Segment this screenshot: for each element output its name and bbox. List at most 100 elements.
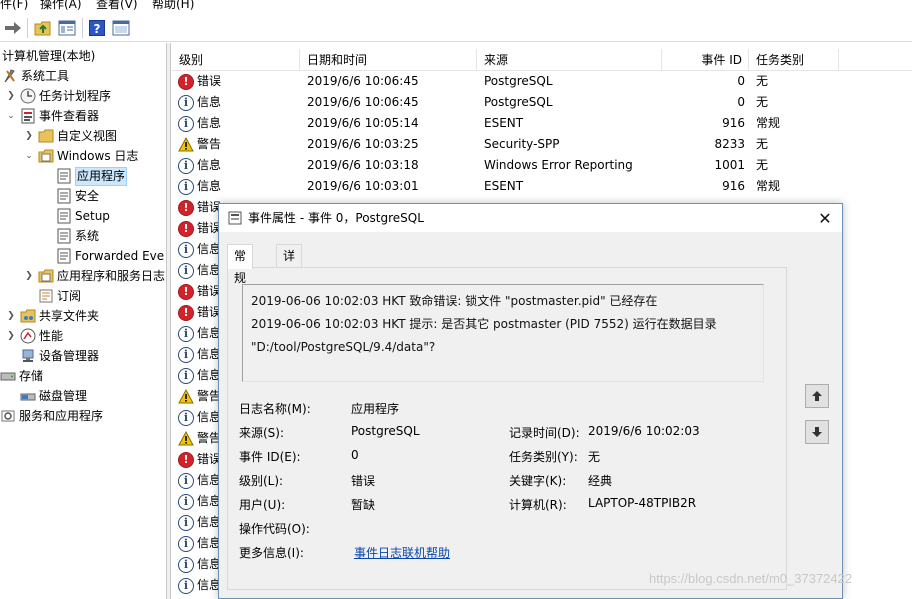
tree-item-system-tools[interactable]: 系统工具	[2, 66, 69, 86]
chevron-right-icon[interactable]: ❯	[22, 266, 36, 286]
close-icon[interactable]: ✕	[808, 204, 842, 232]
log-icon	[56, 208, 72, 224]
tree-item-subscriptions[interactable]: 订阅	[38, 286, 81, 306]
row-event-id: 8233	[714, 137, 745, 151]
info-icon: i	[178, 472, 194, 489]
row-datetime: 2019/6/6 10:06:45	[307, 74, 419, 88]
help-icon[interactable]: ?	[87, 18, 107, 38]
row-level: 信息	[197, 158, 222, 172]
table-row[interactable]: i 信息 2019/6/6 10:03:18 Windows Error Report…	[172, 155, 912, 176]
chevron-right-icon[interactable]: ❯	[4, 86, 18, 106]
performance-icon	[20, 328, 36, 344]
chevron-right-icon[interactable]: ❯	[4, 326, 18, 346]
row-event-id: 916	[722, 116, 745, 130]
row-category: 常规	[756, 179, 781, 193]
more-info-label: 更多信息(I):	[239, 546, 304, 560]
tree-item-application-log[interactable]: 应用程序	[56, 166, 128, 186]
column-header-level[interactable]: 级别	[172, 49, 300, 71]
row-category: 无	[756, 137, 769, 151]
shared-folder-icon	[20, 308, 36, 324]
opcode-label: 操作代码(O):	[239, 522, 310, 536]
tree-item-setup-log[interactable]: Setup	[56, 206, 110, 226]
row-event-id: 0	[737, 74, 745, 88]
info-icon: i	[178, 514, 194, 531]
dialog-title-bar[interactable]: 事件属性 - 事件 0，PostgreSQL ✕	[219, 204, 842, 232]
row-level: 信息	[197, 179, 222, 193]
watermark: https://blog.csdn.net/m0_37372422	[649, 571, 853, 586]
forward-arrow-icon[interactable]	[3, 18, 23, 38]
row-event-id: 916	[722, 179, 745, 193]
up-folder-icon[interactable]	[33, 18, 53, 38]
previous-event-button[interactable]	[805, 384, 829, 408]
column-header-source[interactable]: 来源	[477, 49, 662, 71]
info-icon: i	[178, 367, 194, 384]
row-source: PostgreSQL	[484, 74, 553, 88]
tree-item-shared-folders[interactable]: ❯ 共享文件夹	[4, 306, 99, 326]
menu-bar: 件(F) 操作(A) 查看(V) 帮助(H)	[0, 0, 912, 14]
tree-item-disk-management[interactable]: 磁盘管理	[20, 386, 87, 406]
log-icon	[56, 228, 72, 244]
event-description[interactable]: 2019-06-06 10:02:03 HKT 致命错误: 锁文件 "postm…	[242, 284, 764, 382]
tree-item-services-applications[interactable]: 服务和应用程序	[0, 406, 103, 426]
menu-file[interactable]: 件(F)	[0, 0, 28, 13]
row-event-id: 0	[737, 95, 745, 109]
error-icon: !	[178, 451, 194, 468]
table-row[interactable]: i 信息 2019/6/6 10:03:01 ESENT 916 常规	[172, 176, 912, 197]
table-row[interactable]: i 信息 2019/6/6 10:06:45 PostgreSQL 0 无	[172, 92, 912, 113]
row-level: 错误	[197, 74, 222, 88]
more-info-link[interactable]: 事件日志联机帮助	[354, 544, 450, 561]
tab-general[interactable]: 常规	[227, 244, 254, 285]
column-header-event-id[interactable]: 事件 ID	[662, 49, 749, 71]
event-id-value: 0	[351, 448, 359, 462]
row-datetime: 2019/6/6 10:05:14	[307, 116, 419, 130]
row-level: 信息	[197, 116, 222, 130]
show-hide-tree-icon[interactable]	[57, 18, 77, 38]
column-header-datetime[interactable]: 日期和时间	[300, 49, 477, 71]
tree-item-task-scheduler[interactable]: ❯ 任务计划程序	[4, 86, 111, 106]
services-icon	[0, 408, 16, 424]
tree-splitter[interactable]	[166, 43, 171, 599]
task-category-value: 无	[588, 450, 601, 464]
tree-item-custom-views[interactable]: ❯ 自定义视图	[22, 126, 117, 146]
table-row[interactable]: i 信息 2019/6/6 10:05:14 ESENT 916 常规	[172, 113, 912, 134]
task-category-label: 任务类别(Y):	[509, 450, 578, 464]
keywords-label: 关键字(K):	[509, 474, 567, 488]
menu-view[interactable]: 查看(V)	[96, 0, 138, 13]
row-datetime: 2019/6/6 10:03:18	[307, 158, 419, 172]
tree-item-forwarded-events[interactable]: Forwarded Eve	[56, 246, 164, 266]
tree-item-device-manager[interactable]: 设备管理器	[20, 346, 99, 366]
tree-item-security-log[interactable]: 安全	[56, 186, 99, 206]
properties-view-icon[interactable]	[111, 18, 131, 38]
tree-item-storage[interactable]: 存储	[0, 366, 43, 386]
menu-help[interactable]: 帮助(H)	[152, 0, 194, 13]
log-name-label: 日志名称(M):	[239, 402, 311, 416]
chevron-right-icon[interactable]: ❯	[22, 126, 36, 146]
tree-item-computer-management[interactable]: 计算机管理(本地)	[2, 46, 95, 66]
tree-item-performance[interactable]: ❯ 性能	[4, 326, 63, 346]
folder-icon	[38, 128, 54, 144]
tree-item-windows-logs[interactable]: ⌄ Windows 日志	[22, 146, 138, 166]
event-properties-dialog: 事件属性 - 事件 0，PostgreSQL ✕ 常规 详细信息 2019-06…	[218, 203, 843, 599]
menu-action[interactable]: 操作(A)	[40, 0, 82, 13]
chevron-right-icon[interactable]: ❯	[4, 306, 18, 326]
arrow-up-icon	[812, 391, 822, 401]
column-header-category[interactable]: 任务类别	[749, 49, 839, 71]
arrow-down-icon	[812, 427, 822, 437]
info-icon: i	[178, 94, 194, 111]
table-row[interactable]: ! 错误 2019/6/6 10:06:45 PostgreSQL 0 无	[172, 71, 912, 92]
info-icon: i	[178, 115, 194, 132]
tree-item-event-viewer[interactable]: ⌄ 事件查看器	[4, 106, 99, 126]
tree-item-system-log[interactable]: 系统	[56, 226, 99, 246]
chevron-down-icon[interactable]: ⌄	[4, 106, 18, 126]
tree-item-app-service-logs[interactable]: ❯ 应用程序和服务日志	[22, 266, 165, 286]
chevron-down-icon[interactable]: ⌄	[22, 146, 36, 166]
error-icon: !	[178, 283, 194, 300]
next-event-button[interactable]	[805, 420, 829, 444]
event-id-label: 事件 ID(E):	[239, 450, 301, 464]
warning-icon	[178, 137, 194, 152]
tab-details[interactable]: 详细信息	[276, 244, 303, 329]
folder-icon	[38, 148, 54, 164]
row-source: Windows Error Reporting	[484, 158, 633, 172]
row-source: Security-SPP	[484, 137, 560, 151]
table-row[interactable]: 警告 2019/6/6 10:03:25 Security-SPP 8233 无	[172, 134, 912, 155]
